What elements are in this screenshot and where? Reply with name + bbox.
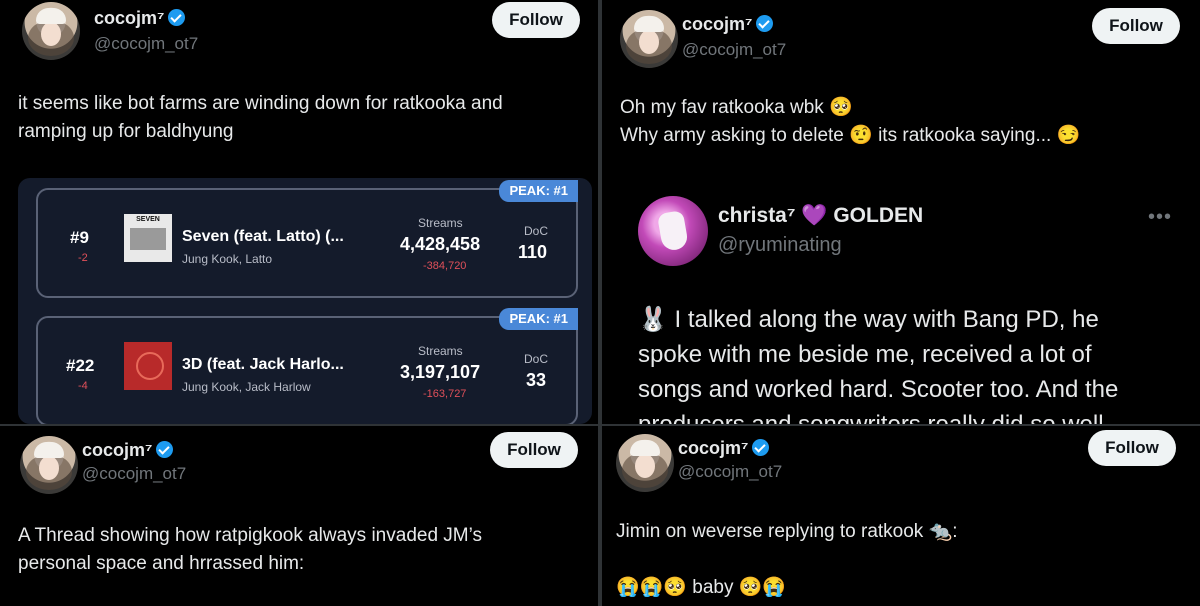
doc-label: DoC bbox=[524, 352, 549, 366]
streams-label: Streams bbox=[418, 344, 463, 358]
song-artists: Jung Kook, Latto bbox=[182, 252, 273, 266]
tweet-text: A Thread showing how ratpigkook always i… bbox=[18, 525, 482, 574]
follow-button[interactable]: Follow bbox=[1088, 430, 1176, 466]
album-cover bbox=[124, 342, 172, 390]
quoted-user-name[interactable]: christa⁷ 💜 GOLDEN bbox=[718, 204, 923, 228]
doc-value: 33 bbox=[526, 370, 547, 390]
user-handle[interactable]: @cocojm_ot7 bbox=[682, 40, 786, 60]
streams-value: 3,197,107 bbox=[400, 362, 481, 382]
song-artists: Jung Kook, Jack Harlow bbox=[182, 380, 311, 394]
verified-badge-icon bbox=[756, 15, 774, 32]
user-name[interactable]: cocojm⁷ bbox=[682, 14, 774, 35]
peak-badge: PEAK: #1 bbox=[499, 180, 578, 202]
streams-change: -384,720 bbox=[423, 260, 467, 272]
tweet-panel-3: cocojm⁷ @cocojm_ot7 Follow A Thread show… bbox=[0, 426, 598, 606]
doc-value: 110 bbox=[518, 242, 548, 262]
follow-button[interactable]: Follow bbox=[490, 432, 578, 468]
follow-button[interactable]: Follow bbox=[492, 2, 580, 38]
streams-label: Streams bbox=[418, 216, 463, 230]
quoted-avatar[interactable] bbox=[638, 196, 708, 266]
rank-change: -2 bbox=[78, 252, 88, 264]
avatar[interactable] bbox=[20, 436, 78, 494]
tweet-panel-4: cocojm⁷ @cocojm_ot7 Follow Jimin on weve… bbox=[602, 426, 1200, 606]
quoted-user-handle[interactable]: @ryuminating bbox=[718, 234, 842, 257]
avatar[interactable] bbox=[616, 434, 674, 492]
follow-button[interactable]: Follow bbox=[1092, 8, 1180, 44]
tweet-text: it seems like bot farms are winding down… bbox=[18, 93, 503, 142]
rank: #22 bbox=[66, 356, 95, 375]
streams-value: 4,428,458 bbox=[400, 234, 481, 254]
doc-label: DoC bbox=[524, 224, 549, 238]
chart-entry: PEAK: #1 #22 -4 3D (feat. Jack Harlo... … bbox=[36, 308, 578, 424]
streams-change: -163,727 bbox=[423, 388, 467, 400]
verified-badge-icon bbox=[156, 441, 174, 458]
user-name[interactable]: cocojm⁷ bbox=[94, 8, 186, 29]
verified-badge-icon bbox=[752, 439, 770, 456]
user-handle[interactable]: @cocojm_ot7 bbox=[94, 34, 198, 54]
verified-badge-icon bbox=[168, 9, 186, 26]
user-handle[interactable]: @cocojm_ot7 bbox=[82, 464, 186, 484]
tweet-panel-2: cocojm⁷ @cocojm_ot7 Follow Oh my fav rat… bbox=[602, 0, 1200, 424]
more-options-icon[interactable]: ••• bbox=[1148, 206, 1172, 229]
tweet-text: Jimin on weverse replying to ratkook 🐀: … bbox=[616, 521, 958, 598]
rank-change: -4 bbox=[78, 380, 88, 392]
tweet-text: Oh my fav ratkooka wbk 🥺 Why army asking… bbox=[620, 97, 1081, 146]
rank: #9 bbox=[70, 228, 89, 247]
album-cover: SEVEN bbox=[124, 214, 172, 262]
user-handle[interactable]: @cocojm_ot7 bbox=[678, 462, 782, 482]
user-name[interactable]: cocojm⁷ bbox=[82, 440, 174, 461]
peak-badge: PEAK: #1 bbox=[499, 308, 578, 330]
avatar[interactable] bbox=[22, 2, 80, 60]
user-name[interactable]: cocojm⁷ bbox=[678, 438, 770, 459]
song-title: 3D (feat. Jack Harlo... bbox=[182, 356, 344, 373]
chart-image[interactable]: PEAK: #1 #9 -2 SEVEN Seven (feat. Latto)… bbox=[18, 178, 592, 424]
avatar[interactable] bbox=[620, 10, 678, 68]
quoted-tweet-text: 🐰 I talked along the way with Bang PD, h… bbox=[638, 306, 1119, 424]
song-title: Seven (feat. Latto) (... bbox=[182, 228, 344, 245]
tweet-panel-1: cocojm⁷ @cocojm_ot7 Follow it seems like… bbox=[0, 0, 598, 424]
chart-entry: PEAK: #1 #9 -2 SEVEN Seven (feat. Latto)… bbox=[36, 180, 578, 298]
